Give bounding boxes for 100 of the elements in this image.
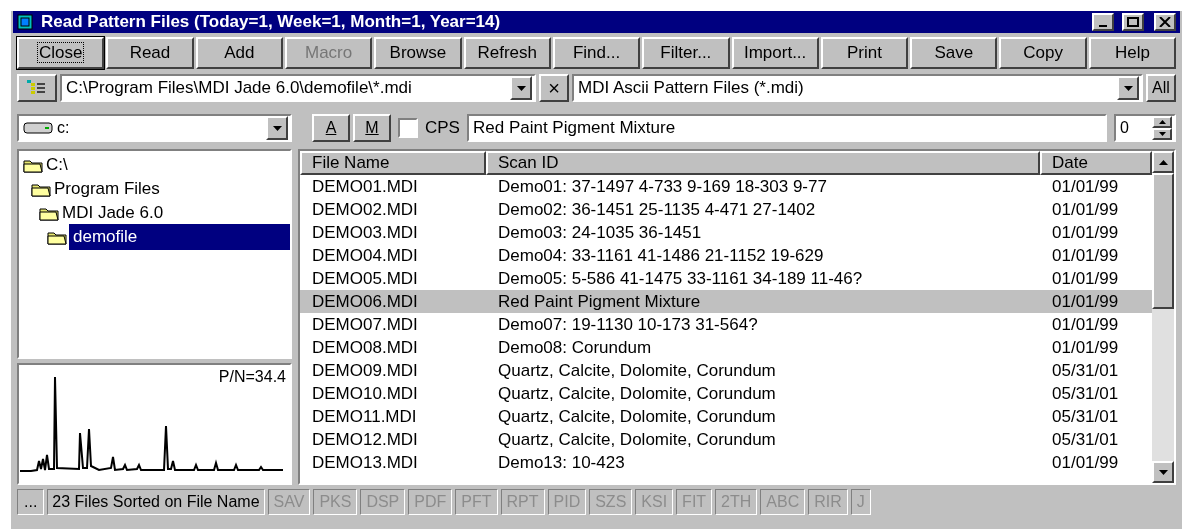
column-header[interactable]: File Name (300, 151, 486, 175)
table-cell-text: Demo13: 10-423 (497, 452, 626, 474)
drive-icon (23, 122, 53, 134)
dropdown-button[interactable] (510, 76, 532, 100)
folder-icon (39, 205, 59, 221)
dropdown-button[interactable] (266, 116, 288, 140)
table-row[interactable]: DEMO11.MDI Quartz, Calcite, Dolomite, Corundum 05/31/01 (300, 405, 1152, 428)
table-cell-text: DEMO13.MDI (311, 452, 419, 474)
folder-icon (23, 157, 43, 173)
toolbar-button[interactable]: Filter... (642, 37, 730, 69)
table-row[interactable]: DEMO12.MDI Quartz, Calcite, Dolomite, Corundum 05/31/01 (300, 428, 1152, 451)
table-cell-text: DEMO10.MDI (311, 383, 419, 405)
close-button[interactable] (1154, 13, 1176, 31)
table-cell-text: 05/31/01 (1051, 360, 1120, 382)
toolbar-button[interactable]: Add (195, 37, 283, 69)
toolbar-button[interactable]: Find... (552, 37, 641, 69)
vertical-scrollbar[interactable] (1152, 151, 1174, 483)
table-row[interactable]: DEMO03.MDI Demo03: 24-1035 36-1451 01/01/99 (300, 221, 1152, 244)
table-cell-text: 01/01/99 (1051, 176, 1120, 198)
table-cell-text: DEMO07.MDI (311, 314, 419, 336)
minimize-icon (1099, 25, 1107, 27)
dropdown-button[interactable] (1117, 76, 1139, 100)
folder-icon (47, 229, 67, 245)
table-cell-text: 05/31/01 (1051, 383, 1120, 405)
column-header[interactable]: Date (1040, 151, 1152, 175)
caret-down-icon (272, 125, 282, 131)
table-cell-text: Demo04: 33-1161 41-1486 21-1152 19-629 (497, 245, 825, 267)
table-row[interactable]: DEMO13.MDI Demo13: 10-423 01/01/99 (300, 451, 1152, 474)
list-icon (27, 80, 47, 96)
table-row[interactable]: DEMO07.MDI Demo07: 19-1130 10-173 31-564? 01/01/99 (300, 313, 1152, 336)
table-cell-text: Quartz, Calcite, Dolomite, Corundum (497, 429, 777, 451)
toolbar-button[interactable]: Help (1088, 37, 1177, 69)
toolbar-button[interactable]: Save (910, 37, 998, 69)
cps-label: CPS (424, 117, 461, 140)
spin-down-button[interactable] (1152, 128, 1172, 140)
all-button[interactable]: All (1146, 74, 1176, 102)
table-row[interactable]: DEMO02.MDI Demo02: 36-1451 25-1135 4-471 27-1402 01/01/99 (300, 198, 1152, 221)
clear-button[interactable]: × (539, 74, 569, 102)
toolbar-button[interactable]: Copy (999, 37, 1087, 69)
cps-checkbox[interactable] (398, 118, 418, 138)
table-cell-text: 01/01/99 (1051, 337, 1120, 359)
table-cell-text: 01/01/99 (1051, 199, 1120, 221)
spin-up-button[interactable] (1152, 116, 1172, 128)
file-type-field[interactable]: MDI Ascii Pattern Files (*.mdi) (572, 74, 1143, 102)
table-cell-text: 01/01/99 (1051, 245, 1120, 267)
table-cell-text: Demo02: 36-1451 25-1135 4-471 27-1402 (497, 199, 817, 221)
tree-view-button[interactable] (17, 74, 57, 102)
table-row[interactable]: DEMO09.MDI Quartz, Calcite, Dolomite, Corundum 05/31/01 (300, 359, 1152, 382)
table-cell-text: 01/01/99 (1051, 452, 1120, 474)
table-row[interactable]: DEMO01.MDI Demo01: 37-1497 4-733 9-169 18-303 9-77 01/01/99 (300, 175, 1152, 198)
toolbar-button[interactable]: Refresh (463, 37, 551, 69)
toolbar-button[interactable]: Browse (374, 37, 462, 69)
table-row[interactable]: DEMO10.MDI Quartz, Calcite, Dolomite, Corundum 05/31/01 (300, 382, 1152, 405)
table-cell-text: 05/31/01 (1051, 429, 1120, 451)
table-cell-text: DEMO03.MDI (311, 222, 419, 244)
toolbar-button[interactable]: Print (820, 37, 909, 69)
app-icon (17, 14, 33, 30)
table-cell-text: 05/31/01 (1051, 406, 1120, 428)
table-cell-text: DEMO04.MDI (311, 245, 419, 267)
table-cell-text: Demo08: Corundum (497, 337, 653, 359)
toolbar-button[interactable]: Read (106, 37, 194, 69)
number-spinner[interactable]: 0 (1114, 114, 1176, 142)
table-cell-text: Demo05: 5-586 41-1475 33-1161 34-189 11-46? (497, 268, 864, 290)
folder-tree-item[interactable]: MDI Jade 6.0 (61, 200, 165, 226)
table-cell-text: DEMO05.MDI (311, 268, 419, 290)
folder-tree-item[interactable]: C:\ (45, 152, 69, 178)
table-row[interactable]: DEMO04.MDI Demo04: 33-1161 41-1486 21-1152 19-629 01/01/99 (300, 244, 1152, 267)
table-cell-text: 01/01/99 (1051, 291, 1120, 313)
minimize-button[interactable] (1092, 13, 1114, 31)
close-icon (1159, 17, 1171, 27)
folder-tree-item[interactable]: demofile (69, 224, 290, 250)
column-header[interactable]: Scan ID (486, 151, 1040, 175)
maximize-button[interactable] (1122, 13, 1144, 31)
drive-field[interactable]: c: (17, 114, 292, 142)
path-field[interactable]: C:\Program Files\MDI Jade 6.0\demofile\*.mdi (60, 74, 536, 102)
caret-down-icon (516, 85, 526, 91)
table-cell-text: DEMO11.MDI (311, 406, 418, 428)
caret-up-icon (1158, 120, 1166, 124)
a-button[interactable]: A (312, 114, 350, 142)
caret-down-icon (1123, 85, 1133, 91)
toolbar-button[interactable]: Import... (731, 37, 819, 69)
folder-tree-item[interactable]: Program Files (53, 176, 161, 202)
table-cell-text: DEMO06.MDI (311, 291, 419, 313)
table-cell-text: 01/01/99 (1051, 222, 1120, 244)
status-menu-button[interactable]: ... (17, 489, 45, 515)
table-cell-text: DEMO12.MDI (311, 429, 419, 451)
maximize-icon (1127, 17, 1139, 27)
scroll-down-button[interactable] (1152, 461, 1174, 483)
m-button[interactable]: M (353, 114, 391, 142)
table-cell-text: DEMO02.MDI (311, 199, 419, 221)
table-row[interactable]: DEMO05.MDI Demo05: 5-586 41-1475 33-1161 34-189 11-46? 01/01/99 (300, 267, 1152, 290)
toolbar-button[interactable]: Close (17, 37, 105, 69)
scroll-up-button[interactable] (1152, 151, 1174, 173)
table-row[interactable]: DEMO06.MDI Red Paint Pigment Mixture 01/01/99 (300, 290, 1152, 313)
table-cell-text: 01/01/99 (1051, 268, 1120, 290)
table-cell-text: DEMO01.MDI (311, 176, 419, 198)
table-row[interactable]: DEMO08.MDI Demo08: Corundum 01/01/99 (300, 336, 1152, 359)
scroll-thumb[interactable] (1152, 173, 1174, 309)
scan-id-field[interactable]: Red Paint Pigment Mixture (466, 114, 1107, 142)
table-cell-text: Quartz, Calcite, Dolomite, Corundum (497, 360, 777, 382)
